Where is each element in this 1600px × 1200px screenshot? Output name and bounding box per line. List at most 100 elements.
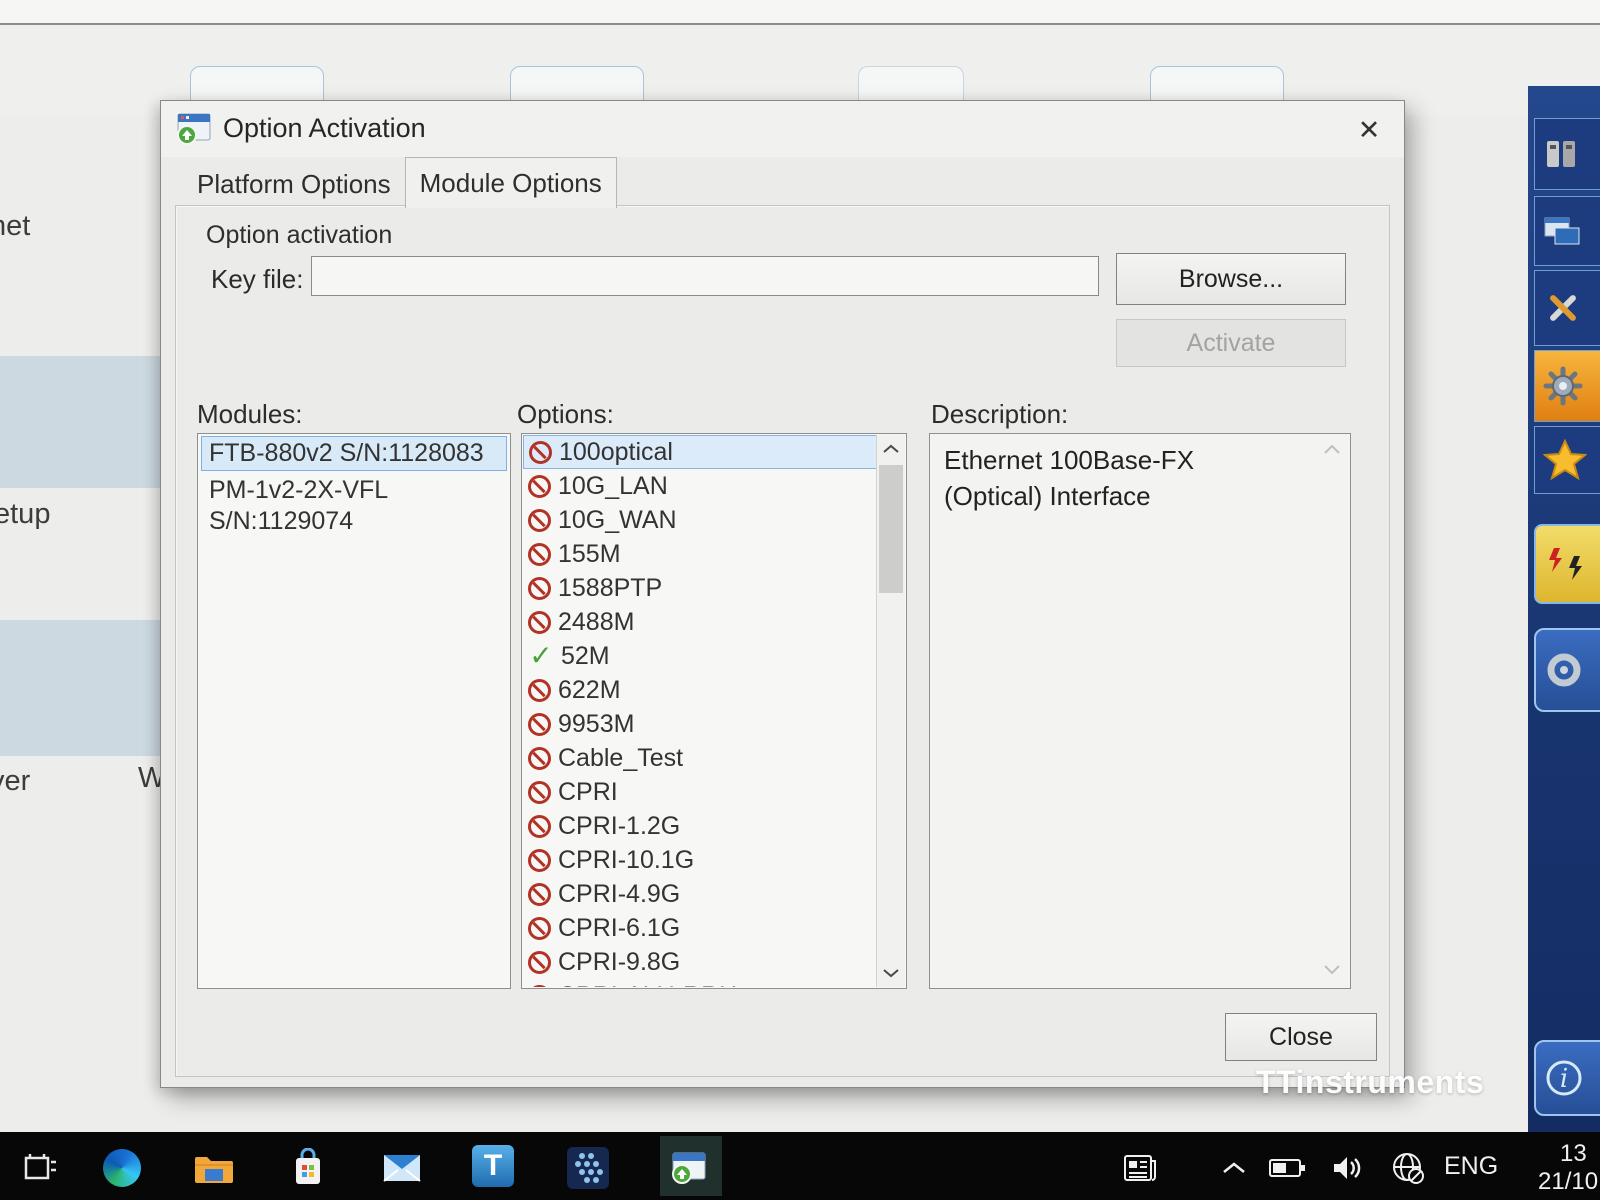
sidebar-item-modules[interactable] — [1534, 118, 1600, 190]
tray-language[interactable]: ENG — [1444, 1152, 1498, 1181]
browser-icon — [103, 1149, 141, 1187]
description-label: Description: — [931, 399, 1068, 430]
option-row[interactable]: 155M — [523, 537, 877, 571]
chevron-down-icon[interactable] — [1322, 962, 1342, 980]
chevron-up-icon[interactable] — [1322, 442, 1342, 460]
tray-network[interactable] — [1386, 1146, 1430, 1190]
taskbar-item-browser[interactable] — [100, 1146, 144, 1190]
taskbar-item-mail[interactable] — [380, 1146, 424, 1190]
scroll-down-button[interactable] — [877, 959, 905, 987]
locked-icon — [528, 883, 551, 906]
option-row[interactable]: 10G_LAN — [523, 469, 877, 503]
watermark: TTinstruments — [1256, 1064, 1484, 1101]
option-row[interactable]: 10G_WAN — [523, 503, 877, 537]
option-row[interactable]: CPRI-6.1G — [523, 911, 877, 945]
tray-news-item[interactable] — [1118, 1146, 1162, 1190]
option-label: CPRI-4.9G — [558, 880, 680, 909]
key-file-input[interactable] — [311, 256, 1099, 296]
modules-list[interactable]: FTB-880v2 S/N:1128083PM-1v2-2X-VFLS/N:11… — [197, 433, 511, 989]
option-row[interactable]: CPRI-1.2G — [523, 809, 877, 843]
sidebar-item-system[interactable] — [1534, 196, 1600, 266]
options-listbox: 100optical 10G_LAN10G_WAN 155M1588PTP 2488M… — [521, 433, 907, 989]
scrollbar-thumb[interactable] — [879, 465, 903, 593]
modules-icon — [1543, 137, 1579, 171]
app-window-icon — [177, 113, 213, 150]
check-icon: ✓ — [528, 642, 554, 670]
taskbar-item-store[interactable] — [286, 1146, 330, 1190]
option-row[interactable]: CPRI-ALU-RRHs — [523, 979, 877, 987]
scroll-up-button[interactable] — [877, 435, 905, 463]
background-text-fragment: etup — [0, 498, 50, 531]
dialog-titlebar[interactable]: Option Activation ✕ — [161, 101, 1404, 157]
options-list[interactable]: 100optical 10G_LAN10G_WAN 155M1588PTP 2488M… — [523, 435, 877, 987]
module-item[interactable]: PM-1v2-2X-VFLS/N:1129074 — [201, 473, 507, 539]
taskbar-item[interactable] — [18, 1146, 62, 1190]
app-window-icon — [672, 1152, 708, 1184]
option-row[interactable]: Cable_Test — [523, 741, 877, 775]
chevron-up-icon — [1220, 1159, 1248, 1177]
option-row[interactable]: 622M — [523, 673, 877, 707]
sidebar-item-tools[interactable] — [1534, 270, 1600, 346]
taskbar-item-option-activation-active[interactable] — [668, 1146, 712, 1190]
module-label: S/N:1129074 — [209, 506, 499, 537]
close-button[interactable]: Close — [1225, 1013, 1377, 1061]
power-icon — [1544, 650, 1584, 690]
browse-button[interactable]: Browse... — [1116, 253, 1346, 305]
taskbar: T ENG 13 21/10 — [0, 1132, 1600, 1200]
option-label: CPRI-10.1G — [558, 846, 694, 875]
option-row[interactable]: 2488M — [523, 605, 877, 639]
option-row[interactable]: CPRI-9.8G — [523, 945, 877, 979]
windows-icon — [1543, 216, 1581, 246]
locked-icon — [528, 611, 551, 634]
option-row[interactable]: ✓52M — [523, 639, 877, 673]
options-scrollbar[interactable] — [876, 435, 905, 987]
tray-battery[interactable] — [1266, 1146, 1310, 1190]
locked-icon — [528, 509, 551, 532]
taskbar-item-dots-app[interactable] — [566, 1146, 610, 1190]
tab-module-options[interactable]: Module Options — [405, 157, 617, 208]
close-icon[interactable]: ✕ — [1348, 109, 1390, 151]
background-band — [0, 620, 170, 756]
key-file-label: Key file: — [211, 264, 304, 295]
sidebar-item-power[interactable] — [1534, 628, 1600, 712]
module-item[interactable]: FTB-880v2 S/N:1128083 — [201, 436, 507, 471]
option-label: 2488M — [558, 608, 634, 637]
tray-volume[interactable] — [1326, 1146, 1370, 1190]
tray-clock[interactable]: 13 21/10 — [1538, 1138, 1600, 1198]
option-row[interactable]: 100optical — [523, 435, 877, 469]
option-row[interactable]: 1588PTP — [523, 571, 877, 605]
option-row[interactable]: CPRI-10.1G — [523, 843, 877, 877]
option-label: 10G_LAN — [558, 472, 668, 501]
description-text: Ethernet 100Base-FX (Optical) Interface — [944, 442, 1274, 514]
t-app-icon: T — [484, 1149, 502, 1183]
tab-platform-options[interactable]: Platform Options — [183, 161, 405, 207]
options-label: Options: — [517, 399, 614, 430]
option-row[interactable]: 9953M — [523, 707, 877, 741]
store-bag-icon — [290, 1148, 326, 1188]
option-label: 52M — [561, 642, 610, 671]
sidebar-item-settings-active[interactable] — [1534, 350, 1600, 422]
option-label: CPRI-6.1G — [558, 914, 680, 943]
mail-icon — [382, 1153, 422, 1183]
star-icon — [1543, 439, 1587, 481]
option-row[interactable]: CPRI — [523, 775, 877, 809]
taskbar-item-t-app[interactable]: T — [472, 1145, 514, 1187]
locked-icon — [528, 679, 551, 702]
tray-show-hidden-icons[interactable] — [1212, 1146, 1256, 1190]
sidebar-item-test-app[interactable] — [1534, 524, 1600, 604]
chevron-down-icon — [882, 968, 900, 978]
signal-arrows-icon — [1544, 546, 1584, 582]
option-label: CPRI-1.2G — [558, 812, 680, 841]
taskbar-item-file-explorer[interactable] — [192, 1146, 236, 1190]
option-activation-dialog: Option Activation ✕ Platform Options Mod… — [160, 100, 1405, 1088]
option-row[interactable]: CPRI-4.9G — [523, 877, 877, 911]
option-label: 155M — [558, 540, 621, 569]
sidebar-item-info[interactable]: i — [1534, 1040, 1600, 1116]
locked-icon — [528, 985, 551, 988]
monitor-top-strip — [0, 0, 1600, 25]
sidebar-item-favorites[interactable] — [1534, 426, 1600, 494]
clock-time: 13 — [1560, 1140, 1587, 1168]
option-label: CPRI-9.8G — [558, 948, 680, 977]
option-label: 9953M — [558, 710, 634, 739]
activate-button-disabled[interactable]: Activate — [1116, 319, 1346, 367]
